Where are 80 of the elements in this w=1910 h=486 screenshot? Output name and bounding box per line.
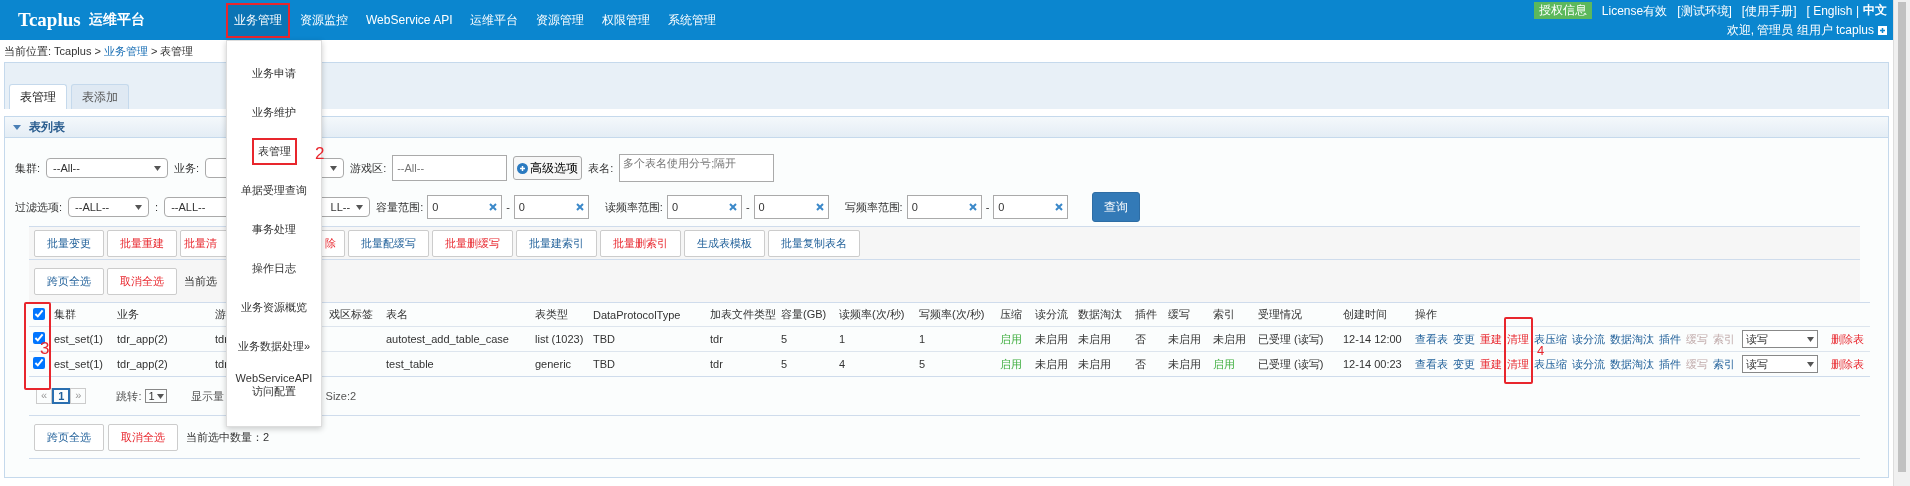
column-header: DataProtocolType: [593, 308, 681, 321]
range-separator: -: [745, 201, 750, 213]
annotation-number: 3: [40, 340, 50, 357]
table-cell: 5: [781, 333, 788, 345]
panel-title: 表列表: [29, 118, 65, 136]
column-header: 读分流: [1035, 308, 1068, 320]
table-cell: 12-14 00:23: [1343, 358, 1402, 370]
range-separator: -: [985, 201, 990, 213]
column-header: 写频率(次/秒): [919, 308, 985, 320]
filter-label: 写频率范围:: [844, 199, 903, 215]
status-text: 启用: [1213, 357, 1235, 370]
table-cell: tdr_app(2): [117, 358, 168, 370]
table-cell: 否: [1135, 357, 1146, 370]
table-cell: 1: [919, 333, 926, 345]
annotation-number: 4: [1537, 346, 1545, 356]
page-info-text: 显示量: [190, 388, 224, 404]
filter-label: 读频率范围:: [604, 199, 663, 215]
filter-label: 表名:: [588, 160, 614, 176]
status-text: 启用: [1000, 357, 1022, 370]
column-header: 业务: [117, 308, 139, 320]
jump-label: 跳转:: [116, 388, 142, 404]
column-header: 索引: [1213, 308, 1235, 320]
table-cell: 已受理 (读写): [1258, 357, 1324, 370]
filter-label: :: [155, 201, 159, 213]
table-cell: 5: [781, 358, 788, 370]
table-cell: 1: [839, 333, 846, 345]
logo-text: Tcaplus: [18, 9, 81, 31]
annotation-number: 2: [315, 145, 325, 162]
status-text: 未启用: [1213, 332, 1246, 345]
table-cell: test_table: [386, 358, 434, 370]
column-header: 加表文件类型: [710, 308, 776, 320]
column-header: 操作: [1415, 308, 1437, 320]
welcome-text: 欢迎, 管理员 组用户 tcaplus: [1726, 23, 1874, 37]
table-cell: list (1023): [535, 333, 584, 345]
status-text: 未启用: [1078, 357, 1111, 370]
filter-label: 业务:: [174, 160, 200, 176]
table-cell: autotest_add_table_case: [386, 333, 509, 345]
breadcrumb-text: > 表管理: [151, 43, 194, 59]
column-header: 游: [215, 308, 226, 320]
table-cell: est_set(1): [54, 333, 103, 345]
filter-label: 集群:: [15, 160, 41, 176]
column-header: 表名: [386, 308, 408, 320]
column-header: 集群: [54, 308, 76, 320]
column-header: 容量(GB): [781, 308, 827, 320]
table-cell: generic: [535, 358, 572, 370]
table-cell: 否: [1135, 332, 1146, 345]
column-header: 插件: [1135, 308, 1157, 320]
filter-label: 容量范围:: [376, 199, 424, 215]
column-header: 表类型: [535, 308, 568, 320]
table-cell: TBD: [593, 358, 615, 370]
selection-count: 当前选: [184, 273, 217, 289]
filter-label: 游戏区:: [350, 160, 387, 176]
status-text: 未启用: [1078, 332, 1111, 345]
column-header: 数据淘汰: [1078, 308, 1122, 320]
range-separator: -: [506, 201, 510, 213]
column-header: 缓写: [1168, 308, 1190, 320]
table-cell: tdr: [710, 333, 723, 345]
column-header: 受理情况: [1258, 308, 1302, 320]
column-header: 创建时间: [1343, 308, 1387, 320]
status-text: 未启用: [1168, 332, 1201, 345]
filter-label: 过滤选项:: [15, 199, 63, 215]
breadcrumb-text: 当前位置: Tcaplus >: [4, 43, 101, 59]
page-info-text: Size:2: [325, 390, 357, 402]
logo-subtitle: 运维平台: [88, 11, 145, 29]
table-cell: est_set(1): [54, 358, 103, 370]
table-cell: tdr_app(2): [117, 333, 168, 345]
table-cell: 12-14 12:00: [1343, 333, 1402, 345]
table-cell: tdr: [710, 358, 723, 370]
status-text: 未启用: [1035, 332, 1068, 345]
table-cell: TBD: [593, 333, 615, 345]
column-header: 压缩: [1000, 308, 1022, 320]
table-cell: 5: [919, 358, 926, 370]
column-header: 戏区标签: [329, 308, 373, 320]
column-header: 读频率(次/秒): [839, 308, 905, 320]
status-text: 未启用: [1168, 357, 1201, 370]
table-cell: 已受理 (读写): [1258, 332, 1324, 345]
status-text: 启用: [1000, 332, 1022, 345]
table-cell: 4: [839, 358, 846, 370]
status-text: 未启用: [1035, 357, 1068, 370]
selection-count: 当前选中数量：2: [186, 429, 270, 445]
